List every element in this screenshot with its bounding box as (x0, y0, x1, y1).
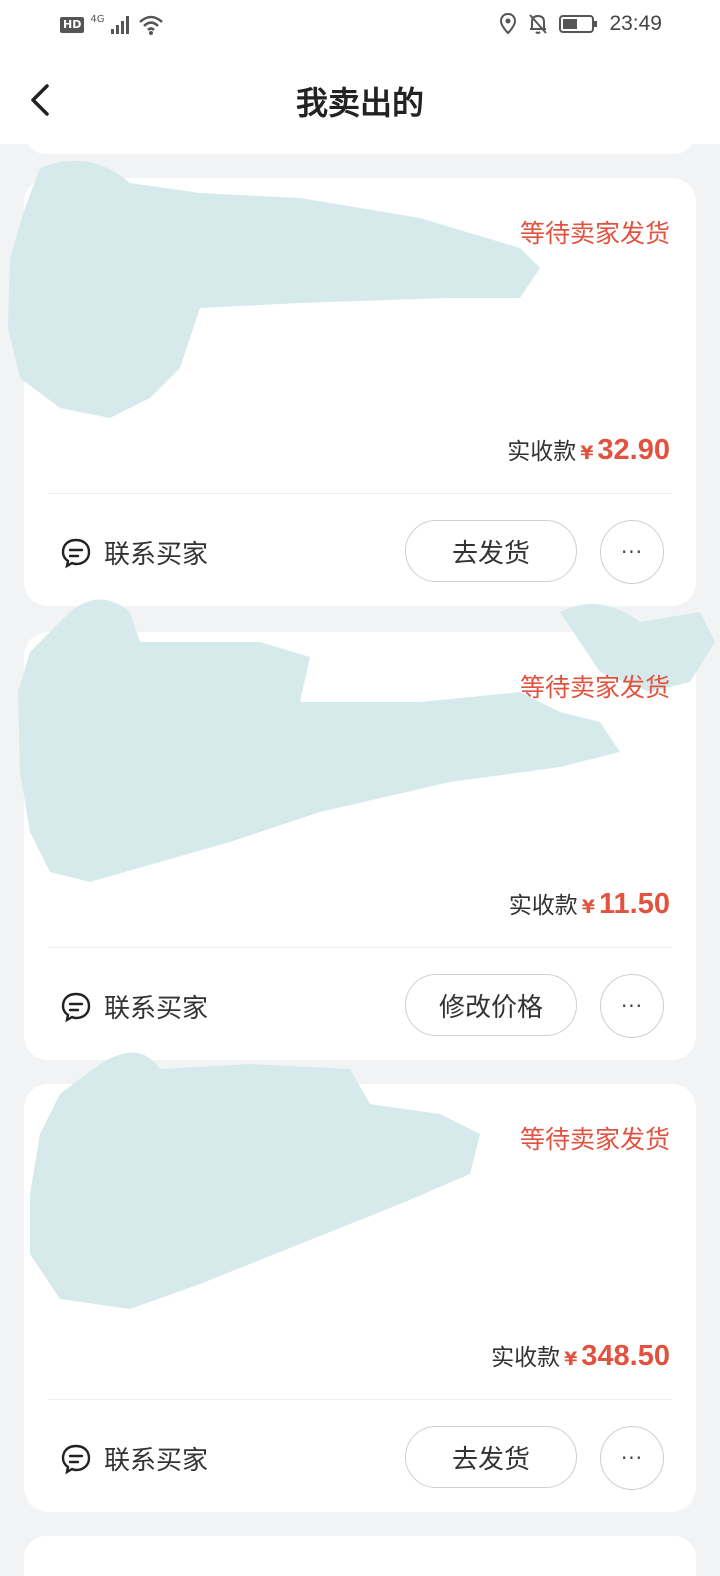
previous-order-card (24, 120, 696, 154)
price-amount: 11.50 (599, 888, 670, 920)
divider (48, 947, 672, 948)
next-order-card (24, 1536, 696, 1576)
contact-buyer-button[interactable]: 联系买家 (60, 988, 208, 1025)
currency-symbol: ¥ (564, 1348, 578, 1370)
price-label: 实收款 (508, 893, 578, 919)
currency-symbol: ¥ (580, 442, 594, 464)
wifi-icon (139, 15, 164, 35)
modify-price-button[interactable]: 修改价格 (405, 974, 577, 1036)
battery-icon (559, 15, 598, 33)
location-icon (500, 12, 517, 35)
divider (48, 1399, 672, 1400)
chat-icon (61, 1444, 91, 1474)
order-status: 等待卖家发货 (519, 219, 670, 248)
status-right: 23:49 (499, 12, 662, 36)
more-options-button[interactable]: ··· (600, 1426, 664, 1490)
redaction-scribble (18, 599, 715, 882)
chat-icon (61, 538, 91, 568)
redaction-scribble (30, 1052, 480, 1309)
more-options-button[interactable]: ··· (600, 974, 664, 1038)
contact-buyer-button[interactable]: 联系买家 (60, 534, 208, 571)
redaction-scribble (8, 160, 540, 418)
hd-indicator: HD (60, 17, 85, 33)
order-card: 等待卖家发货 实收款 ¥ 32.90 联系买家 去发货 ··· (8, 160, 696, 606)
price-label: 实收款 (507, 439, 577, 465)
status-left: HD 4G (60, 14, 164, 36)
divider (48, 493, 672, 494)
price-row: 实收款 ¥ 32.90 (507, 432, 670, 467)
contact-buyer-label: 联系买家 (104, 1446, 209, 1476)
signal-icon (111, 16, 130, 34)
chat-icon (61, 992, 91, 1022)
price-amount: 32.90 (597, 434, 670, 466)
price-row: 实收款 ¥ 348.50 (491, 1338, 670, 1373)
order-card: 等待卖家发货 实收款 ¥ 11.50 联系买家 修改价格 ··· (18, 599, 715, 1060)
price-amount: 348.50 (581, 1340, 670, 1372)
order-status: 等待卖家发货 (519, 673, 670, 702)
order-status: 等待卖家发货 (519, 1125, 670, 1154)
ship-button[interactable]: 去发货 (405, 520, 577, 582)
order-card: 等待卖家发货 实收款 ¥ 348.50 联系买家 去发货 ··· (24, 1052, 696, 1512)
mute-bell-icon (529, 14, 548, 34)
currency-symbol: ¥ (581, 896, 596, 918)
price-row: 实收款 ¥ 11.50 (509, 886, 670, 921)
clock: 23:49 (609, 12, 662, 35)
contact-buyer-label: 联系买家 (104, 540, 209, 570)
ship-button[interactable]: 去发货 (405, 1426, 577, 1488)
status-bar: HD 4G 23:49 (0, 0, 720, 56)
contact-buyer-button[interactable]: 联系买家 (60, 1440, 208, 1477)
more-options-button[interactable]: ··· (600, 520, 664, 584)
network-type: 4G (90, 13, 105, 25)
contact-buyer-label: 联系买家 (104, 994, 209, 1024)
price-label: 实收款 (491, 1345, 561, 1371)
page-title: 我卖出的 (295, 84, 424, 122)
